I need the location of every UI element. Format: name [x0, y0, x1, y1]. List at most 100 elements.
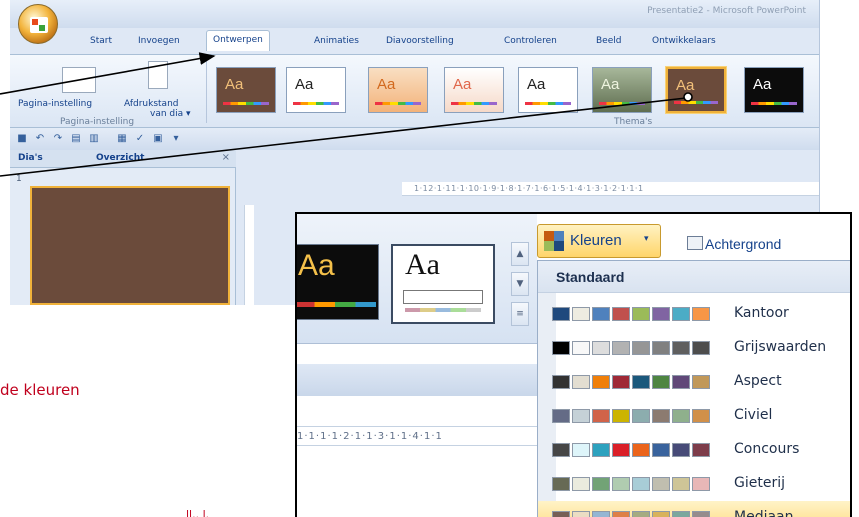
color-swatch — [652, 409, 670, 423]
background-styles-icon[interactable] — [687, 236, 703, 250]
tab-outline[interactable]: Overzicht — [96, 153, 144, 163]
print-preview-icon[interactable]: ▤ — [70, 133, 82, 145]
color-swatch — [692, 341, 710, 355]
print-icon[interactable]: ▥ — [88, 133, 100, 145]
colors-icon — [544, 231, 564, 251]
annotation-text-colors: de kleuren — [0, 381, 80, 399]
color-scheme-item[interactable]: Aspect — [538, 365, 850, 399]
color-swatch — [612, 443, 630, 457]
color-swatch — [572, 477, 590, 491]
colors-button[interactable]: Kleuren ▾ — [537, 224, 661, 258]
color-swatch — [652, 443, 670, 457]
color-swatch — [632, 341, 650, 355]
tab-beeld[interactable]: Beeld — [596, 36, 621, 46]
theme-thumb-6[interactable]: Aa — [592, 67, 652, 113]
zoomed-toolbar-band — [297, 364, 537, 396]
color-swatch — [672, 477, 690, 491]
format-icon[interactable]: ▦ — [116, 133, 128, 145]
color-swatch — [592, 477, 610, 491]
color-swatch — [552, 477, 570, 491]
theme-thumb-5[interactable]: Aa — [518, 67, 578, 113]
tab-slides[interactable]: Dia's — [18, 153, 43, 163]
color-scheme-item[interactable]: Civiel — [538, 399, 850, 433]
color-swatch — [632, 477, 650, 491]
color-scheme-item[interactable]: Kantoor — [538, 297, 850, 331]
color-swatch — [652, 477, 670, 491]
color-swatch — [672, 409, 690, 423]
theme-thumb-7-selected[interactable]: Aa — [666, 67, 726, 113]
color-swatch — [632, 443, 650, 457]
color-scheme-name: Concours — [734, 441, 800, 457]
color-swatch — [652, 307, 670, 321]
theme-thumb-1[interactable]: Aa — [216, 67, 276, 113]
tab-invoegen[interactable]: Invoegen — [138, 36, 180, 46]
tab-ontwikkelaars[interactable]: Ontwikkelaars — [652, 36, 716, 46]
theme-thumb-4[interactable]: Aa — [444, 67, 504, 113]
color-swatch — [552, 341, 570, 355]
page-setup-icon[interactable] — [62, 67, 96, 93]
tab-animaties[interactable]: Animaties — [314, 36, 359, 46]
color-swatch — [552, 307, 570, 321]
color-swatch — [672, 307, 690, 321]
ribbon-panel: Pagina-instelling Afdrukstand van dia ▾ … — [10, 54, 819, 128]
orientation-button-line1[interactable]: Afdrukstand — [124, 99, 178, 109]
color-swatch — [672, 375, 690, 389]
tab-start[interactable]: Start — [90, 36, 112, 46]
tab-controleren[interactable]: Controleren — [504, 36, 557, 46]
slide-orientation-icon[interactable] — [148, 61, 168, 89]
office-button[interactable] — [18, 4, 58, 44]
zoomed-theme-gallery: Aa Aa ▲ ▼ ≡ — [297, 214, 537, 344]
tab-diavoorstelling[interactable]: Diavoorstelling — [386, 36, 454, 46]
group-divider — [206, 59, 207, 123]
color-scheme-name: Mediaan — [734, 509, 794, 517]
theme-thumb-8[interactable]: Aa — [744, 67, 804, 113]
zoomed-theme-thumb-dark[interactable]: Aa — [297, 244, 379, 320]
orientation-button-line2[interactable]: van dia ▾ — [150, 109, 191, 119]
color-swatch — [632, 375, 650, 389]
color-scheme-item[interactable]: Gieterij — [538, 467, 850, 501]
gallery-scroll-up-icon[interactable]: ▲ — [511, 242, 529, 266]
gallery-scroll-down-icon[interactable]: ▼ — [511, 272, 529, 296]
color-swatch — [572, 341, 590, 355]
color-swatch — [692, 477, 710, 491]
slide-thumbnail[interactable] — [30, 186, 230, 305]
save-icon[interactable]: ■ — [16, 133, 28, 145]
color-swatch — [592, 409, 610, 423]
spelling-icon[interactable]: ✓ — [134, 133, 146, 145]
color-scheme-name: Gieterij — [734, 475, 785, 491]
page-setup-button[interactable]: Pagina-instelling — [18, 99, 92, 109]
group-label-page-setup: Pagina-instelling — [60, 117, 135, 127]
redo-icon[interactable]: ↷ — [52, 133, 64, 145]
gallery-more-icon[interactable]: ≡ — [511, 302, 529, 326]
slideshow-icon[interactable]: ▣ — [152, 133, 164, 145]
zoomed-canvas — [297, 464, 537, 517]
close-icon[interactable]: × — [222, 152, 230, 163]
background-styles-button[interactable]: Achtergrond — [705, 236, 781, 252]
color-swatch — [612, 477, 630, 491]
slides-pane: Dia's Overzicht × 1 — [10, 150, 236, 305]
color-scheme-item[interactable]: Mediaan — [538, 501, 850, 517]
quick-access-toolbar: ■ ↶ ↷ ▤ ▥ ▦ ✓ ▣ ▾ — [10, 128, 819, 150]
color-scheme-item[interactable]: Concours — [538, 433, 850, 467]
customize-toolbar-icon[interactable]: ▾ — [170, 133, 182, 145]
color-scheme-item[interactable]: Grijswaarden — [538, 331, 850, 365]
color-swatch — [632, 409, 650, 423]
vertical-ruler — [244, 205, 254, 305]
color-swatch — [592, 511, 610, 517]
undo-icon[interactable]: ↶ — [34, 133, 46, 145]
horizontal-ruler: 1·12·1·11·1·10·1·9·1·8·1·7·1·6·1·5·1·4·1… — [402, 182, 819, 196]
color-scheme-name: Aspect — [734, 373, 782, 389]
color-swatch — [572, 511, 590, 517]
color-swatch — [552, 375, 570, 389]
dropdown-header-text: Standaard — [556, 269, 625, 285]
color-swatches — [552, 341, 716, 355]
color-swatch — [572, 409, 590, 423]
color-swatch — [592, 443, 610, 457]
zoomed-ruler: 1·1·1·1·2·1·1·3·1·1·4·1·1 — [297, 426, 537, 446]
theme-thumb-2[interactable]: Aa — [286, 67, 346, 113]
theme-thumb-3[interactable]: Aa — [368, 67, 428, 113]
zoomed-theme-thumb-light[interactable]: Aa — [391, 244, 495, 324]
dropdown-header: Standaard — [538, 261, 850, 293]
color-swatch — [552, 443, 570, 457]
tab-ontwerpen[interactable]: Ontwerpen — [206, 30, 270, 51]
